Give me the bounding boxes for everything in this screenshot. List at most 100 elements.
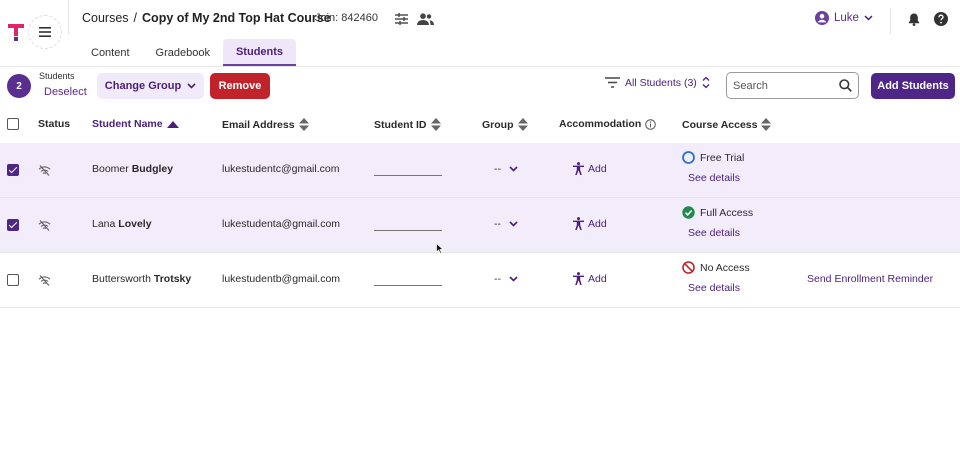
group-dropdown[interactable]: -- — [494, 218, 518, 230]
row-checkbox[interactable] — [7, 219, 19, 231]
user-menu[interactable]: Luke — [815, 11, 873, 25]
sliders-icon — [394, 13, 408, 25]
header-course-access[interactable]: Course Access — [682, 118, 772, 131]
search-icon[interactable] — [839, 79, 852, 92]
deselect-link[interactable]: Deselect — [44, 86, 87, 98]
filter-dropdown[interactable]: All Students (3) — [605, 76, 710, 89]
table-row[interactable]: Lana Lovely lukestudenta@gmail.com -- Ad… — [0, 198, 960, 253]
hamburger-icon — [39, 27, 51, 37]
header-status: Status — [38, 118, 70, 130]
change-group-button[interactable]: Change Group — [97, 73, 204, 99]
breadcrumb-separator: / — [133, 11, 138, 25]
header-group[interactable]: Group — [482, 118, 528, 131]
student-name: Lana Lovely — [92, 218, 152, 230]
header-status-label: Status — [38, 118, 71, 130]
join-code: Join: 842460 — [315, 12, 378, 24]
sort-icon — [517, 118, 528, 131]
student-id-field[interactable] — [374, 175, 442, 176]
selected-label: Students — [39, 71, 75, 81]
people-icon — [417, 13, 434, 25]
student-id-field[interactable] — [374, 285, 442, 286]
header-group-label: Group — [482, 118, 514, 131]
see-details-link[interactable]: See details — [688, 172, 740, 184]
course-access-status: Full Access — [682, 206, 753, 219]
add-accommodation-button[interactable]: Add — [573, 272, 607, 285]
row-checkbox[interactable] — [7, 274, 19, 286]
row-checkbox[interactable] — [7, 164, 19, 176]
header-student-id[interactable]: Student ID — [374, 118, 441, 131]
group-dropdown[interactable]: -- — [494, 273, 518, 285]
tab-gradebook[interactable]: Gradebook — [143, 39, 223, 66]
email: lukestudentb@gmail.com — [222, 273, 341, 285]
table-header: Status Student Name Email Address Studen… — [0, 106, 960, 142]
course-title: Copy of My 2nd Top Hat Course — [142, 11, 331, 25]
student-name: Buttersworth Trotsky — [92, 273, 191, 285]
tabs-divider — [0, 66, 960, 67]
course-access-label: Full Access — [700, 206, 754, 219]
top-hat-logo[interactable] — [8, 24, 24, 42]
filter-icon — [605, 77, 620, 88]
add-accommodation-button[interactable]: Add — [573, 217, 607, 230]
help-button[interactable] — [932, 10, 950, 28]
header-email[interactable]: Email Address — [222, 118, 309, 131]
search-box[interactable] — [726, 72, 859, 99]
sort-icon — [298, 118, 309, 131]
send-enrollment-reminder-link[interactable]: Send Enrollment Reminder — [807, 273, 933, 285]
user-circle-icon — [815, 11, 829, 25]
header-email-label: Email Address — [222, 118, 295, 131]
header-accommodation: Accommodation — [559, 118, 657, 130]
offline-icon — [38, 220, 51, 231]
first-name: Buttersworth — [92, 273, 151, 285]
table-row[interactable]: Boomer Budgley lukestudentc@gmail.com --… — [0, 143, 960, 198]
tab-content[interactable]: Content — [78, 39, 143, 66]
table-row[interactable]: Buttersworth Trotsky lukestudentb@gmail.… — [0, 253, 960, 308]
sort-ascending-icon — [166, 120, 179, 128]
mouse-cursor-icon — [436, 243, 444, 254]
first-name: Boomer — [92, 163, 129, 175]
accessibility-icon — [573, 162, 584, 175]
offline-icon — [38, 165, 51, 176]
see-details-link[interactable]: See details — [688, 227, 740, 239]
last-name: Budgley — [131, 163, 174, 175]
add-accommodation-button[interactable]: Add — [573, 162, 607, 175]
select-all-checkbox[interactable] — [7, 118, 19, 130]
tab-students[interactable]: Students — [222, 39, 297, 66]
student-id-field[interactable] — [374, 230, 442, 231]
group-value: -- — [494, 273, 501, 285]
add-students-button[interactable]: Add Students — [871, 73, 955, 99]
last-name: Lovely — [118, 218, 152, 230]
free-trial-icon — [682, 151, 695, 164]
sort-arrows-icon — [702, 76, 710, 89]
chevron-down-icon — [864, 15, 873, 21]
course-access-status: Free Trial — [682, 151, 744, 164]
breadcrumb-courses[interactable]: Courses — [82, 11, 129, 25]
info-icon[interactable] — [645, 118, 657, 130]
breadcrumb: Courses / Copy of My 2nd Top Hat Course — [82, 11, 331, 25]
chevron-down-icon — [187, 83, 196, 89]
add-accommodation-label: Add — [588, 217, 607, 230]
chevron-down-icon — [509, 276, 518, 282]
bell-icon — [908, 13, 920, 26]
change-group-label: Change Group — [104, 80, 182, 92]
chevron-down-icon — [509, 166, 518, 172]
add-accommodation-label: Add — [588, 162, 607, 175]
notifications-button[interactable] — [905, 10, 923, 28]
menu-button[interactable] — [28, 15, 62, 49]
header-divider — [68, 0, 69, 34]
remove-button[interactable]: Remove — [210, 73, 270, 99]
last-name: Trotsky — [153, 273, 192, 285]
check-circle-icon — [682, 206, 695, 219]
people-button[interactable] — [416, 10, 434, 28]
offline-icon — [38, 275, 51, 286]
search-input[interactable] — [733, 79, 839, 92]
no-access-icon — [682, 261, 695, 274]
group-value: -- — [494, 218, 501, 230]
header-student-name[interactable]: Student Name — [92, 118, 179, 130]
group-dropdown[interactable]: -- — [494, 163, 518, 175]
see-details-link[interactable]: See details — [688, 282, 740, 294]
student-name: Boomer Budgley — [92, 163, 173, 175]
email: lukestudentc@gmail.com — [222, 163, 340, 175]
header-divider-right — [890, 8, 891, 34]
course-access-status: No Access — [682, 261, 750, 274]
settings-button[interactable] — [392, 10, 410, 28]
